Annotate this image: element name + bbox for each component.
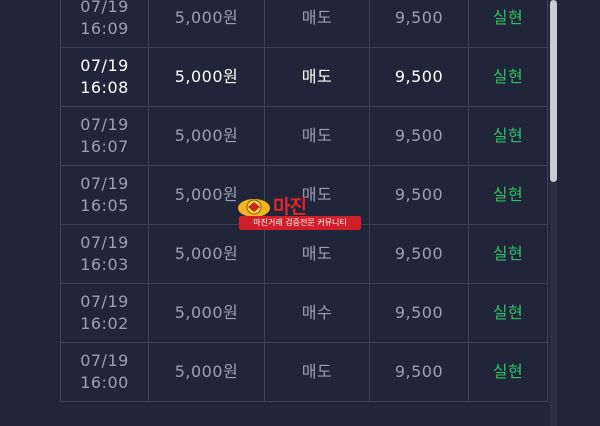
status-cell: 실현 (468, 224, 548, 284)
table-row: 07/19 16:09 5,000원 매도 9,500 실현 (60, 0, 548, 48)
trade-time: 16:07 (80, 137, 129, 156)
trade-date: 07/19 (80, 0, 129, 16)
trade-time: 16:09 (80, 19, 129, 38)
scrollbar-track[interactable] (550, 0, 557, 426)
watermark-subtitle: 마진거래 검증전문 커뮤니티 (239, 216, 361, 230)
trade-type-cell: 매수 (264, 283, 370, 343)
amount-cell: 5,000원 (148, 283, 265, 343)
price-cell: 9,500 (369, 224, 469, 284)
price-cell: 9,500 (369, 0, 469, 48)
time-cell: 07/19 16:00 (60, 342, 149, 402)
trade-date: 07/19 (80, 56, 129, 75)
table-row: 07/19 16:00 5,000원 매도 9,500 실현 (60, 342, 548, 402)
status-cell: 실현 (468, 0, 548, 48)
trade-date: 07/19 (80, 174, 129, 193)
time-cell: 07/19 16:02 (60, 283, 149, 343)
trade-type-cell: 매도 (264, 0, 370, 48)
scrollbar-thumb[interactable] (550, 0, 557, 182)
watermark-logo: 마진 마진거래 검증전문 커뮤니티 (237, 190, 367, 236)
status-cell: 실현 (468, 106, 548, 166)
trade-type-cell: 매도 (264, 47, 370, 107)
trade-date: 07/19 (80, 292, 129, 311)
trade-time: 16:08 (80, 78, 129, 97)
time-cell: 07/19 16:07 (60, 106, 149, 166)
price-cell: 9,500 (369, 283, 469, 343)
trade-time: 16:02 (80, 314, 129, 333)
trade-type-cell: 매도 (264, 106, 370, 166)
amount-cell: 5,000원 (148, 47, 265, 107)
trade-type-cell: 매도 (264, 342, 370, 402)
amount-cell: 5,000원 (148, 0, 265, 48)
status-cell: 실현 (468, 283, 548, 343)
status-cell: 실현 (468, 47, 548, 107)
table-row: 07/19 16:07 5,000원 매도 9,500 실현 (60, 106, 548, 166)
trade-time: 16:00 (80, 373, 129, 392)
trade-time: 16:05 (80, 196, 129, 215)
table-row: 07/19 16:02 5,000원 매수 9,500 실현 (60, 283, 548, 343)
trade-date: 07/19 (80, 233, 129, 252)
time-cell: 07/19 16:05 (60, 165, 149, 225)
status-cell: 실현 (468, 165, 548, 225)
time-cell: 07/19 16:08 (60, 47, 149, 107)
time-cell: 07/19 16:09 (60, 0, 149, 48)
price-cell: 9,500 (369, 106, 469, 166)
trade-time: 16:03 (80, 255, 129, 274)
watermark-logo-text: 마진 (273, 196, 307, 218)
table-row: 07/19 16:08 5,000원 매도 9,500 실현 (60, 47, 548, 107)
trade-date: 07/19 (80, 351, 129, 370)
status-cell: 실현 (468, 342, 548, 402)
amount-cell: 5,000원 (148, 106, 265, 166)
price-cell: 9,500 (369, 342, 469, 402)
amount-cell: 5,000원 (148, 342, 265, 402)
price-cell: 9,500 (369, 47, 469, 107)
time-cell: 07/19 16:03 (60, 224, 149, 284)
price-cell: 9,500 (369, 165, 469, 225)
trade-date: 07/19 (80, 115, 129, 134)
